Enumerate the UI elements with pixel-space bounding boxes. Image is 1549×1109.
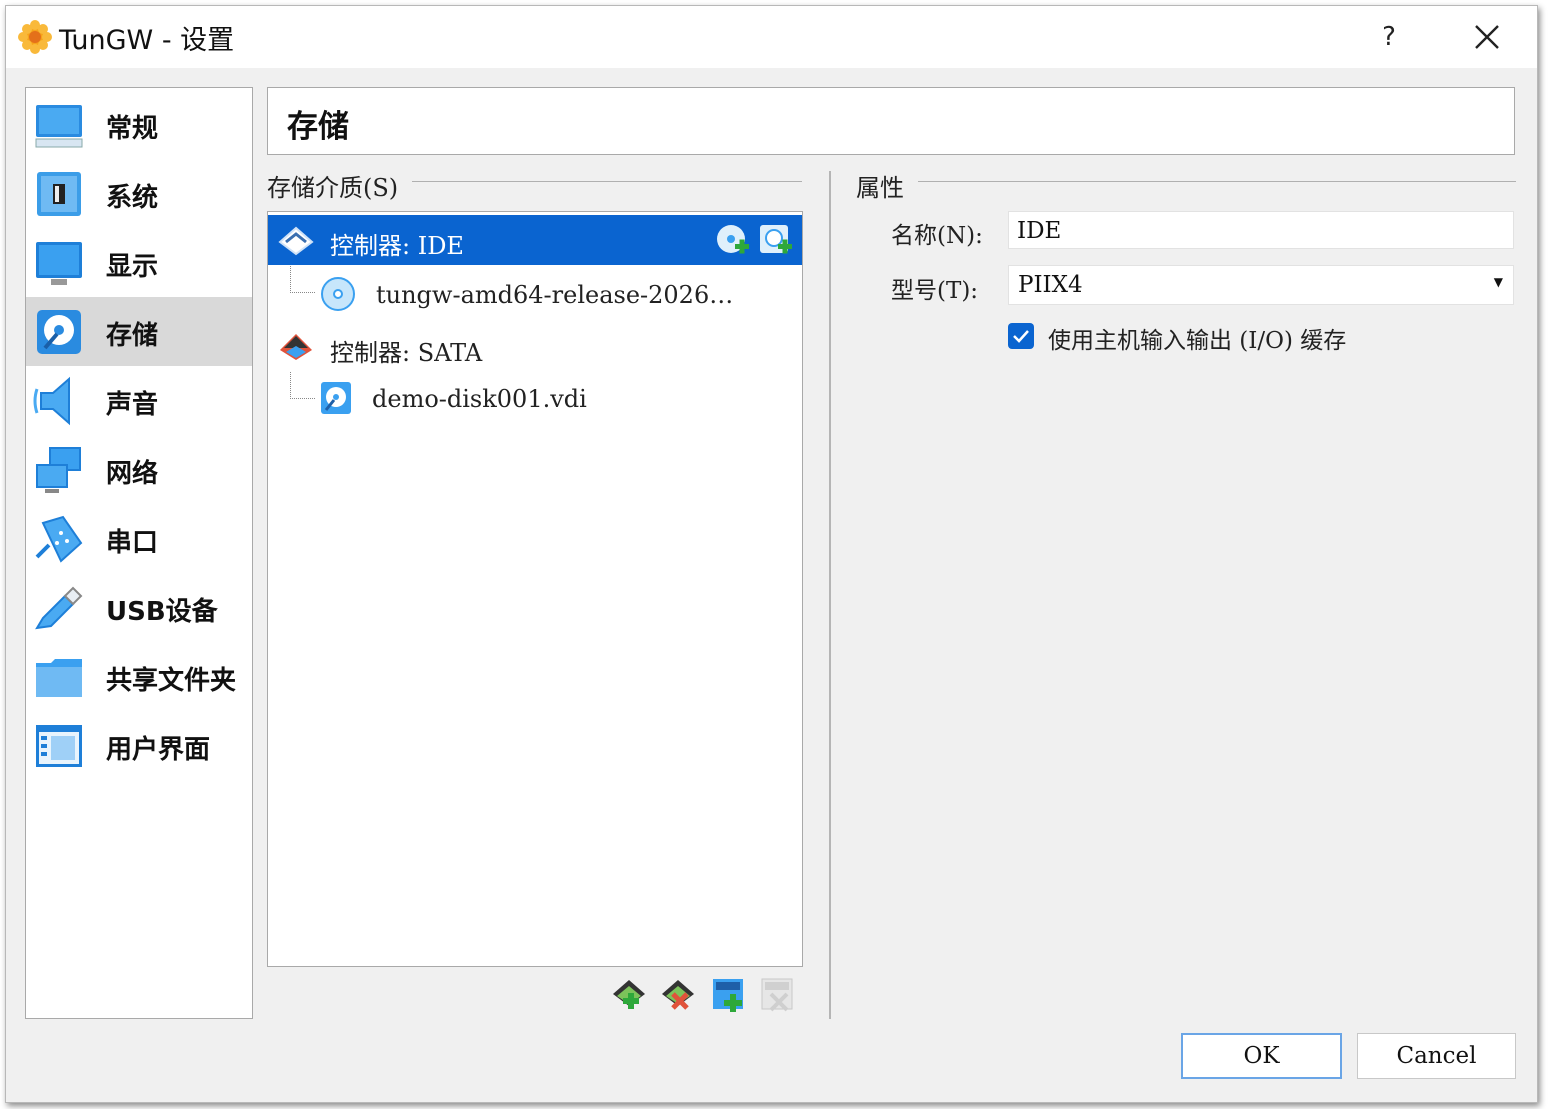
- type-label: 型号(T):: [891, 278, 979, 304]
- sidebar-item-label: 用户界面: [106, 735, 211, 765]
- add-controller-icon[interactable]: [611, 976, 649, 1014]
- name-label: 名称(N):: [891, 223, 983, 249]
- shared-folder-icon: [36, 659, 82, 697]
- host-io-cache-checkbox[interactable]: [1008, 323, 1034, 349]
- window-title: TunGW - 设置: [59, 25, 235, 56]
- sidebar-item-usb[interactable]: USB设备: [26, 573, 252, 642]
- sidebar-item-network[interactable]: 网络: [26, 435, 252, 504]
- sidebar-item-label: 共享文件夹: [106, 666, 237, 696]
- monitor-general-icon: [35, 105, 83, 148]
- close-icon: [1475, 25, 1499, 49]
- sidebar-item-audio[interactable]: 声音: [26, 366, 252, 435]
- add-optical-drive-icon[interactable]: [715, 222, 751, 258]
- tree-item-label: 控制器: SATA: [330, 339, 483, 367]
- sidebar-item-display[interactable]: 显示: [26, 228, 252, 297]
- sidebar-item-label: 显示: [106, 252, 159, 282]
- tree-item-hard-disk[interactable]: demo-disk001.vdi: [268, 374, 802, 424]
- remove-controller-icon[interactable]: [660, 976, 698, 1014]
- page-title: 存储: [287, 109, 349, 145]
- type-select[interactable]: PIIX4 ▼: [1008, 265, 1514, 305]
- settings-dialog: TunGW - 设置 ? 常规 系统 显示 存储 声音 网络 串口 USB设备 …: [5, 5, 1538, 1103]
- sidebar-item-label: 存储: [106, 321, 159, 351]
- system-chip-icon: [37, 172, 81, 216]
- display-icon: [36, 242, 82, 285]
- speaker-icon: [33, 376, 70, 426]
- checkmark-icon: [1013, 330, 1029, 343]
- hard-disk-icon: [321, 382, 351, 414]
- host-io-cache-label: 使用主机输入输出 (I/O) 缓存: [1048, 328, 1347, 354]
- tree-item-optical-disk[interactable]: tungw-amd64-release-2026…: [268, 270, 802, 320]
- close-button[interactable]: [1452, 14, 1522, 60]
- settings-sidebar: 常规 系统 显示 存储 声音 网络 串口 USB设备 共享文件夹 用户界面: [25, 87, 253, 1019]
- serial-port-icon: [35, 515, 83, 563]
- controller-icon: [278, 226, 314, 256]
- name-input[interactable]: IDE: [1008, 211, 1514, 249]
- network-icon: [36, 447, 81, 493]
- sidebar-item-storage[interactable]: 存储: [26, 297, 252, 366]
- sidebar-item-label: USB设备: [106, 597, 218, 627]
- storage-disk-icon: [37, 310, 81, 354]
- optical-disk-icon: [321, 277, 355, 311]
- user-interface-icon: [36, 725, 82, 767]
- controller-icon: [280, 334, 312, 360]
- tree-item-label: demo-disk001.vdi: [372, 385, 587, 413]
- sidebar-item-label: 常规: [106, 114, 159, 144]
- add-attachment-icon[interactable]: [710, 976, 748, 1014]
- tree-item-label: 控制器: IDE: [330, 232, 464, 260]
- type-select-value: PIIX4: [1018, 272, 1083, 298]
- sidebar-item-serial[interactable]: 串口: [26, 504, 252, 573]
- help-button[interactable]: ?: [1354, 14, 1424, 60]
- panel-separator: [829, 171, 831, 1019]
- sidebar-item-label: 声音: [106, 390, 159, 420]
- add-hard-disk-icon[interactable]: [758, 222, 794, 258]
- virtualbox-app-icon: [18, 20, 52, 54]
- sidebar-item-label: 系统: [106, 183, 159, 213]
- tree-item-label: tungw-amd64-release-2026…: [376, 281, 734, 309]
- properties-group-divider: [856, 181, 1516, 182]
- usb-icon: [35, 586, 83, 630]
- sidebar-item-system[interactable]: 系统: [26, 159, 252, 228]
- sidebar-item-general[interactable]: 常规: [26, 90, 252, 159]
- properties-label: 属性: [856, 168, 918, 203]
- title-bar: TunGW - 设置 ?: [6, 6, 1537, 68]
- page-header: 存储: [267, 87, 1515, 155]
- sidebar-item-user-interface[interactable]: 用户界面: [26, 711, 252, 780]
- sidebar-item-label: 网络: [106, 459, 159, 489]
- sidebar-item-shared-folders[interactable]: 共享文件夹: [26, 642, 252, 711]
- cancel-button[interactable]: Cancel: [1357, 1033, 1516, 1079]
- storage-media-label: 存储介质(S): [267, 168, 413, 203]
- chevron-down-icon: ▼: [1493, 275, 1503, 289]
- tree-item-controller-ide[interactable]: 控制器: IDE: [268, 215, 802, 265]
- ok-button[interactable]: OK: [1181, 1033, 1342, 1079]
- remove-attachment-icon[interactable]: [759, 976, 797, 1014]
- tree-item-controller-sata[interactable]: 控制器: SATA: [268, 322, 802, 372]
- storage-tree[interactable]: 控制器: IDE tungw-amd64-release-2026… 控制器: …: [267, 211, 803, 967]
- sidebar-item-label: 串口: [106, 528, 159, 558]
